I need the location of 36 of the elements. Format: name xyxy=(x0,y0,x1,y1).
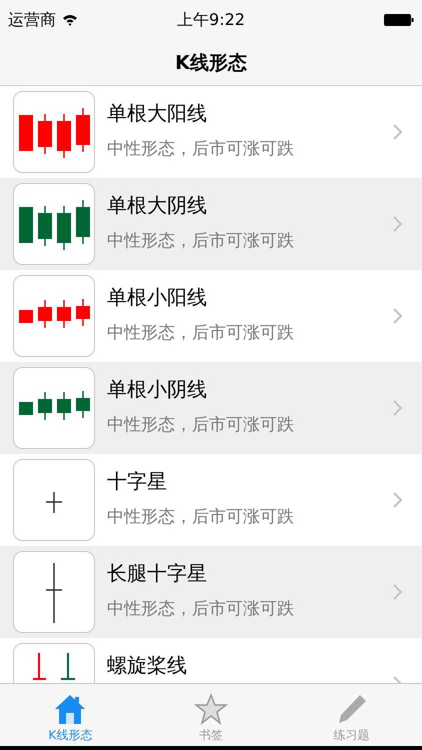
chevron-icon xyxy=(392,399,404,417)
chevron-icon xyxy=(392,215,404,233)
chevron-icon xyxy=(392,583,404,601)
carrier-label: 运营商 xyxy=(8,10,56,30)
candlestick-drawing xyxy=(19,391,90,420)
star-icon xyxy=(194,693,228,725)
candlestick-drawing xyxy=(32,652,76,680)
row-title: 单根小阳线 xyxy=(107,284,208,311)
row-subtitle: 中性形态，后市可涨可跌 xyxy=(107,506,295,528)
candlestick-drawing xyxy=(19,299,90,328)
candlestick-drawing xyxy=(19,108,90,158)
row-title: 单根大阳线 xyxy=(107,100,208,127)
row-title: 单根大阴线 xyxy=(107,192,208,219)
row-subtitle: 中性形态，后市可涨可跌 xyxy=(107,414,295,436)
row-subtitle: 中性形态，后市可涨可跌 xyxy=(107,322,295,344)
row-title: 单根小阴线 xyxy=(107,376,208,403)
battery-icon xyxy=(384,14,414,26)
status-time: 上午9:22 xyxy=(177,10,245,30)
row-subtitle: 中性形态，后市可涨可跌 xyxy=(107,230,295,252)
row-subtitle: 中性形态，后市可涨可跌 xyxy=(107,138,295,160)
home-icon xyxy=(54,693,86,725)
row-title: 十字星 xyxy=(107,468,168,495)
candlestick-drawing xyxy=(19,200,90,250)
list-row[interactable]: 长腿十字星 中性形态，后市可涨可跌 xyxy=(0,546,422,638)
row-title: 长腿十字星 xyxy=(107,560,208,587)
chevron-icon xyxy=(392,491,404,509)
row-title: 螺旋桨线 xyxy=(107,652,188,679)
row-subtitle: 中性形态，后市可涨可跌 xyxy=(107,598,295,620)
doji-drawing xyxy=(45,562,63,624)
wifi-icon xyxy=(62,14,78,26)
doji-drawing xyxy=(45,491,63,514)
list-row[interactable]: 单根大阴线 中性形态，后市可涨可跌 xyxy=(0,178,422,270)
nav-title: K线形态 xyxy=(175,50,247,76)
list-row[interactable]: 单根小阴线 中性形态，后市可涨可跌 xyxy=(0,362,422,454)
chevron-icon xyxy=(392,123,404,141)
chevron-icon xyxy=(392,307,404,325)
